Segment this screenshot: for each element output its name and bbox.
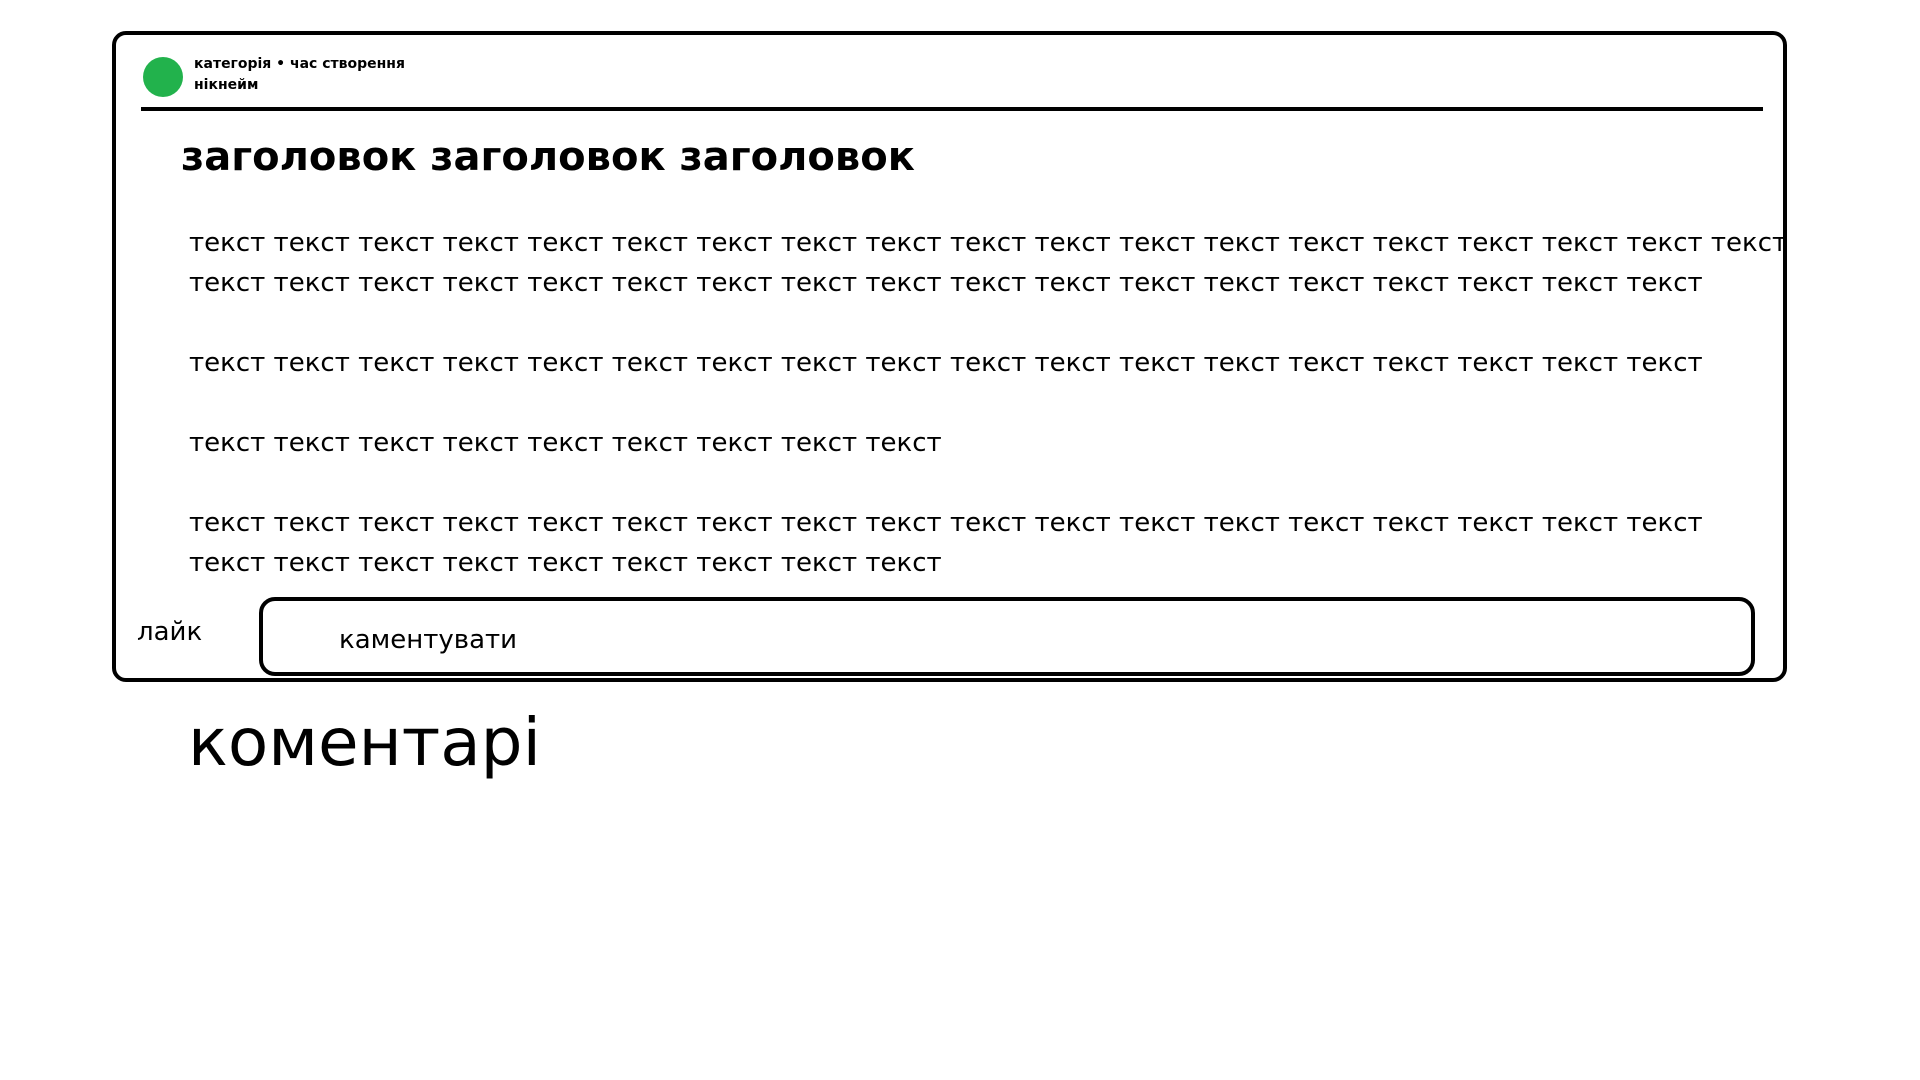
like-button[interactable]: лайк (137, 615, 202, 649)
post-paragraph: текст текст текст текст текст текст текс… (189, 343, 1719, 383)
paragraph-line: текст текст текст текст текст текст текс… (189, 228, 1788, 258)
page: категорія • час створення нікнейм заголо… (0, 0, 1920, 1080)
post-card: категорія • час створення нікнейм заголо… (112, 31, 1787, 682)
post-category-time: категорія • час створення (194, 56, 405, 72)
comment-input[interactable]: каментувати (259, 597, 1755, 676)
paragraph-line: текст текст текст текст текст текст текс… (189, 428, 942, 458)
author-avatar[interactable] (143, 57, 183, 97)
paragraph-line: текст текст текст текст текст текст текс… (189, 268, 1703, 298)
author-nickname[interactable]: нікнейм (194, 76, 258, 94)
post-paragraph: текст текст текст текст текст текст текс… (189, 223, 1788, 303)
comment-input-placeholder: каментувати (339, 625, 518, 655)
post-paragraph: текст текст текст текст текст текст текс… (189, 503, 1719, 583)
comments-heading: коментарі (188, 704, 541, 781)
post-paragraph: текст текст текст текст текст текст текс… (189, 423, 1719, 463)
header-divider (141, 107, 1763, 111)
paragraph-line: текст текст текст текст текст текст текс… (189, 548, 942, 578)
paragraph-line: текст текст текст текст текст текст текс… (189, 508, 1703, 538)
paragraph-line: текст текст текст текст текст текст текс… (189, 348, 1703, 378)
post-title: заголовок заголовок заголовок (181, 134, 915, 180)
